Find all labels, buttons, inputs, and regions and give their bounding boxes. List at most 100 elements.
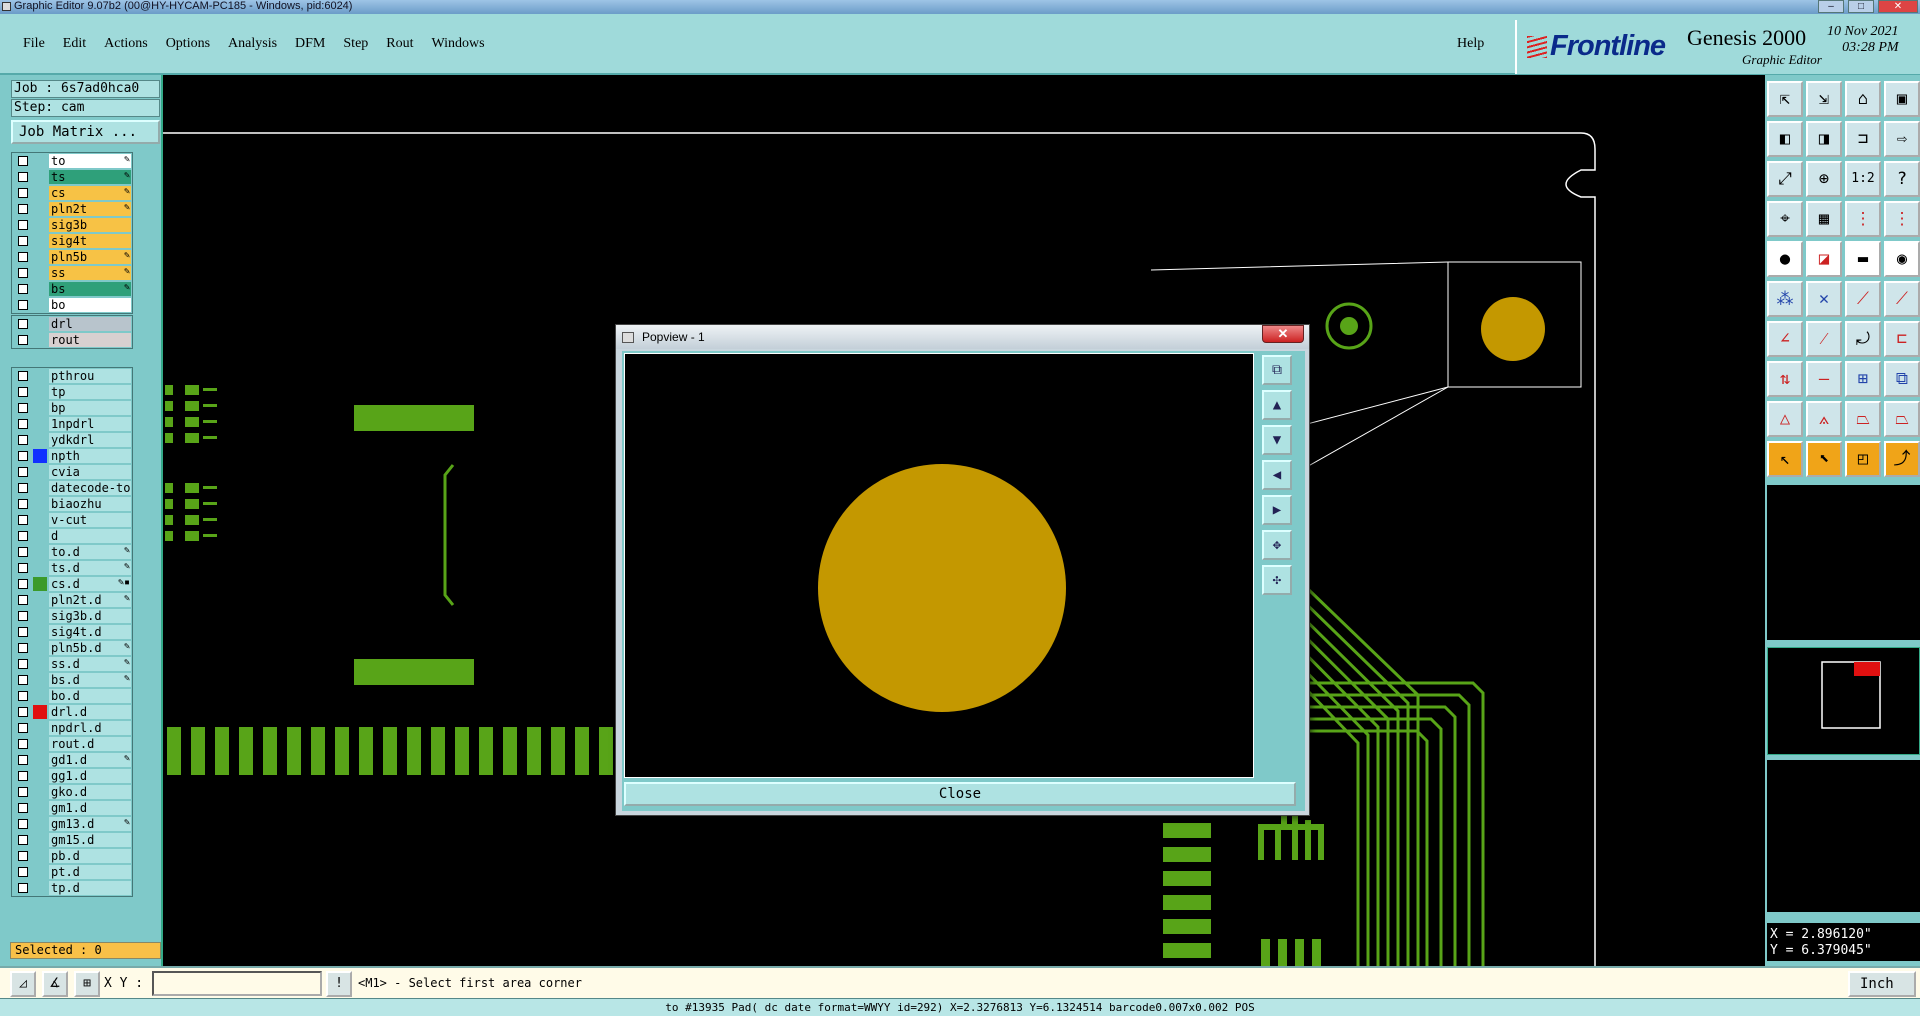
cross-icon[interactable]: ✕ <box>1806 281 1842 317</box>
layer-checkbox[interactable] <box>18 188 28 198</box>
layer-name[interactable]: tp <box>49 385 131 399</box>
layer-checkbox[interactable] <box>18 595 28 605</box>
arc-icon[interactable]: ⤾ <box>1845 321 1881 357</box>
popview-pan-right-icon[interactable]: ▶ <box>1262 495 1292 525</box>
popview-pan-left-icon[interactable]: ◀ <box>1262 460 1292 490</box>
corner-icon[interactable]: ◪ <box>1806 241 1842 277</box>
layer-row[interactable]: bp <box>12 400 132 416</box>
layer-name[interactable]: gm15.d <box>49 833 131 847</box>
close-window-icon[interactable]: ✕ <box>1878 0 1918 13</box>
layer-row[interactable]: gd1.d ✎ <box>12 752 132 768</box>
layer-checkbox[interactable] <box>18 771 28 781</box>
layer-row[interactable]: sig4t <box>12 233 132 249</box>
layer-row[interactable]: ss.d ✎ <box>12 656 132 672</box>
layer-checkbox[interactable] <box>18 707 28 717</box>
layer-checkbox[interactable] <box>18 547 28 557</box>
layer-checkbox[interactable] <box>18 723 28 733</box>
grid-mode-icon[interactable]: ⊞ <box>74 971 100 997</box>
layer-name[interactable]: pln2t.d <box>49 593 131 607</box>
layer-name[interactable]: bo <box>49 298 131 312</box>
layer-row[interactable]: pt.d <box>12 864 132 880</box>
layer-row[interactable]: rout <box>12 332 132 348</box>
layer-row[interactable]: pln5b.d ✎ <box>12 640 132 656</box>
trapezoid-icon[interactable]: ⏢ <box>1845 401 1881 437</box>
layer-checkbox[interactable] <box>18 755 28 765</box>
layer-checkbox[interactable] <box>18 319 28 329</box>
layer-row[interactable]: sig3b.d <box>12 608 132 624</box>
layer-name[interactable]: ts.d <box>49 561 131 575</box>
layer-checkbox[interactable] <box>18 883 28 893</box>
layer-name[interactable]: gko.d <box>49 785 131 799</box>
question-icon[interactable]: ? <box>1884 161 1920 197</box>
layer-name[interactable]: pb.d <box>49 849 131 863</box>
layer-checkbox[interactable] <box>18 739 28 749</box>
line-icon[interactable]: ⟋ <box>1845 281 1881 317</box>
overview-map[interactable] <box>1767 647 1920 755</box>
angle-icon[interactable]: ∠ <box>1767 321 1803 357</box>
layer-name[interactable]: rout <box>49 333 131 347</box>
layer-row[interactable]: gko.d <box>12 784 132 800</box>
layer-row[interactable]: v-cut <box>12 512 132 528</box>
layer-checkbox[interactable] <box>18 483 28 493</box>
triangle-alt-icon[interactable]: ⟑ <box>1806 401 1842 437</box>
layer-row[interactable]: bo.d <box>12 688 132 704</box>
pointer-icon[interactable]: ↖ <box>1767 441 1803 477</box>
layer-checkbox[interactable] <box>18 252 28 262</box>
layer-checkbox[interactable] <box>18 851 28 861</box>
ruler-icon[interactable]: ▬ <box>1845 241 1881 277</box>
layer-row[interactable]: biaozhu <box>12 496 132 512</box>
dot-icon[interactable]: ◉ <box>1884 241 1920 277</box>
layer-row[interactable]: gm15.d <box>12 832 132 848</box>
layer-checkbox[interactable] <box>18 371 28 381</box>
layer-name[interactable]: datecode-to <box>49 481 131 495</box>
layer-checkbox[interactable] <box>18 819 28 829</box>
layer-row[interactable]: tp.d <box>12 880 132 896</box>
fit-icon[interactable]: ⤢ <box>1767 161 1803 197</box>
layer-checkbox[interactable] <box>18 284 28 294</box>
line-alt-icon[interactable]: ⟋ <box>1884 281 1920 317</box>
xy-input[interactable] <box>152 971 322 996</box>
move-icon[interactable]: ⇅ <box>1767 361 1803 397</box>
layer-checkbox[interactable] <box>18 563 28 573</box>
layer-checkbox[interactable] <box>18 579 28 589</box>
layer-checkbox[interactable] <box>18 467 28 477</box>
layer-row[interactable]: sig3b <box>12 217 132 233</box>
angle-mode-icon[interactable]: ∡ <box>42 971 68 997</box>
layer-name[interactable]: cs <box>49 186 131 200</box>
layer-checkbox[interactable] <box>18 643 28 653</box>
zoom-down-icon[interactable]: ⇲ <box>1806 81 1842 117</box>
home-icon[interactable]: ⌂ <box>1845 81 1881 117</box>
layer-name[interactable]: to.d <box>49 545 131 559</box>
layer-row[interactable]: cs.d ✎▪ <box>12 576 132 592</box>
menu-rout[interactable]: Rout <box>377 34 422 54</box>
minimize-icon[interactable]: – <box>1818 0 1844 13</box>
layer-row[interactable]: ts.d ✎ <box>12 560 132 576</box>
layer-row[interactable]: d <box>12 528 132 544</box>
layer-name[interactable]: gd1.d <box>49 753 131 767</box>
layer-name[interactable]: pln2t <box>49 202 131 216</box>
layer-checkbox[interactable] <box>18 659 28 669</box>
center-icon[interactable]: ⊕ <box>1806 161 1842 197</box>
route-icon[interactable]: ⤴ <box>1884 441 1920 477</box>
popview-canvas[interactable] <box>624 353 1254 778</box>
layer-row[interactable]: 1npdrl <box>12 416 132 432</box>
layer-checkbox[interactable] <box>18 691 28 701</box>
layer-row[interactable]: npdrl.d <box>12 720 132 736</box>
layer-checkbox[interactable] <box>18 515 28 525</box>
layer-checkbox[interactable] <box>18 220 28 230</box>
layer-row[interactable]: pb.d <box>12 848 132 864</box>
layer-checkbox[interactable] <box>18 867 28 877</box>
layer-name[interactable]: pthrou <box>49 369 131 383</box>
layer-checkbox[interactable] <box>18 172 28 182</box>
layer-name[interactable]: gm1.d <box>49 801 131 815</box>
layer-row[interactable]: to.d ✎ <box>12 544 132 560</box>
layer-checkbox[interactable] <box>18 300 28 310</box>
arrow-icon[interactable]: ⇨ <box>1884 121 1920 157</box>
menu-options[interactable]: Options <box>157 34 219 54</box>
layer-name[interactable]: to <box>49 154 131 168</box>
layer-row[interactable]: pln2t.d ✎ <box>12 592 132 608</box>
menu-step[interactable]: Step <box>334 34 377 54</box>
triangle-icon[interactable]: △ <box>1767 401 1803 437</box>
layer-row[interactable]: drl.d <box>12 704 132 720</box>
layer-name[interactable]: sig3b <box>49 218 131 232</box>
